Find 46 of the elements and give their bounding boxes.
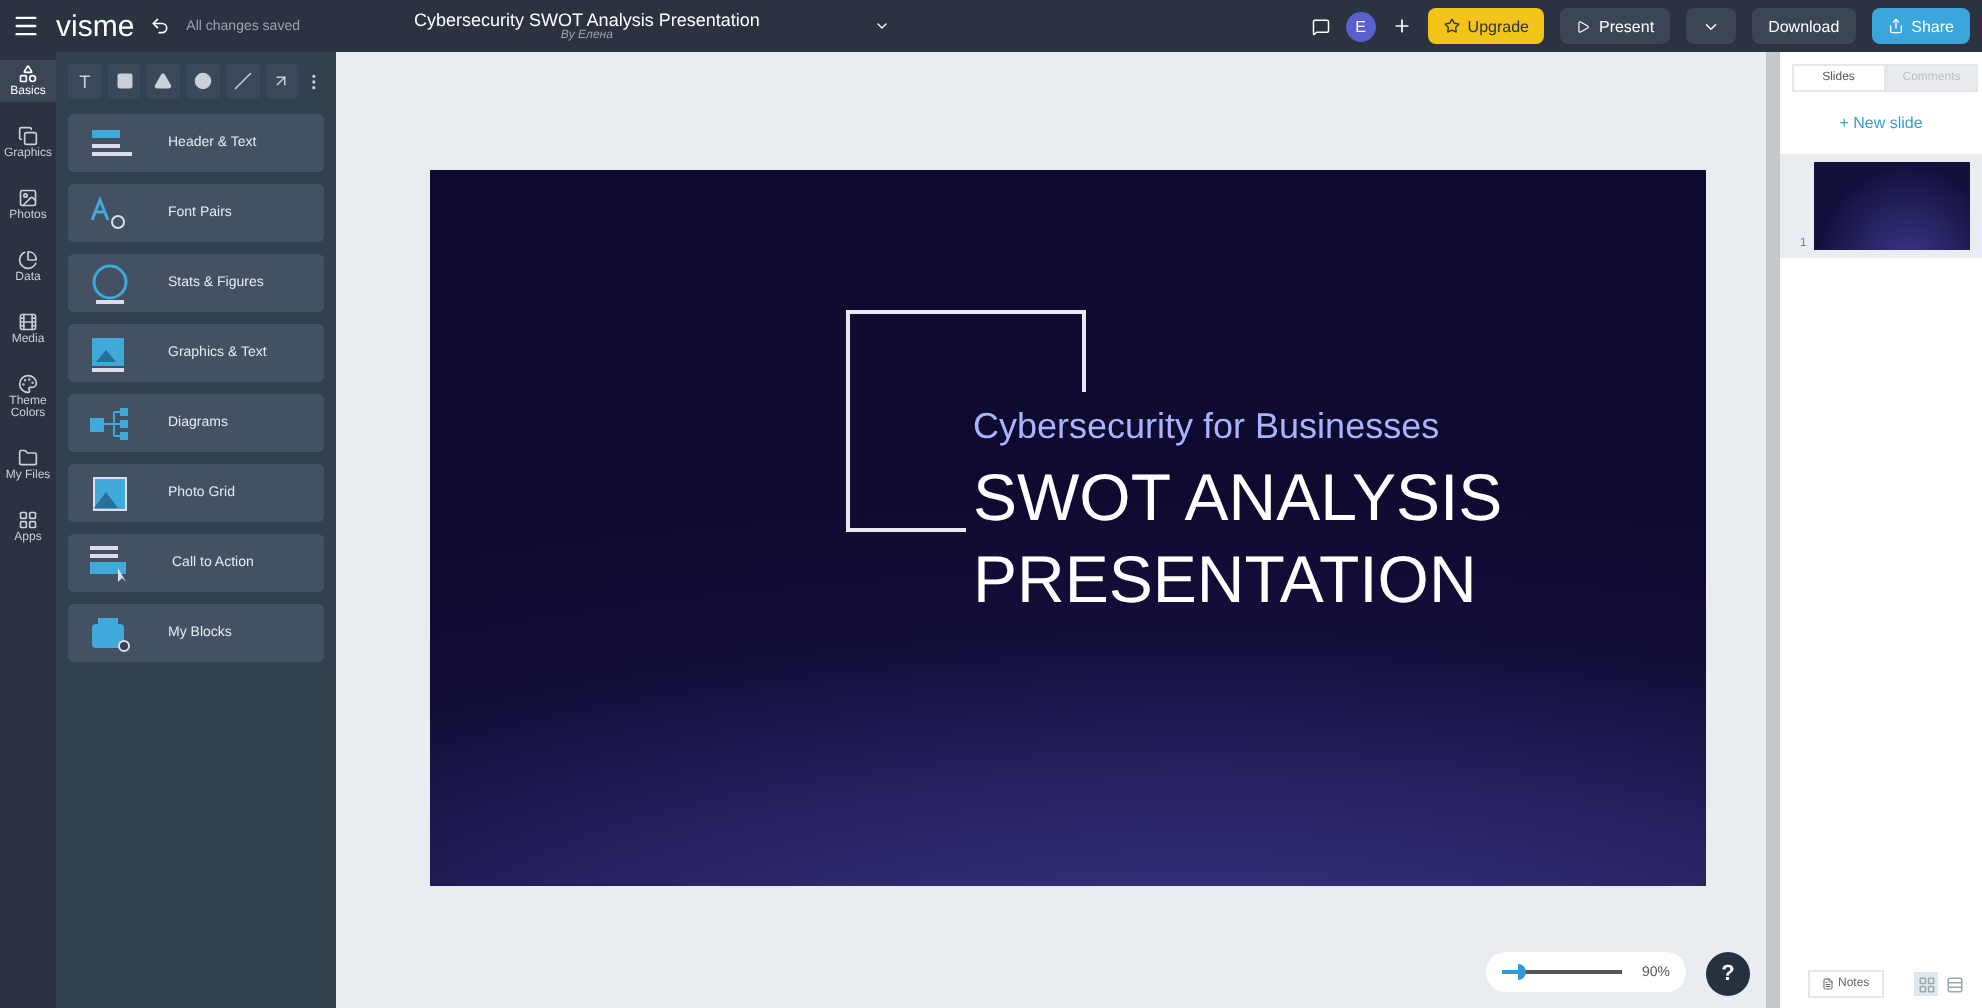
rail-icon <box>18 126 38 146</box>
arrow-icon <box>272 72 291 90</box>
presentation-title[interactable]: Cybersecurity SWOT Analysis Presentation <box>413 10 760 30</box>
grid-icon <box>1917 975 1935 993</box>
circle-icon <box>193 72 212 90</box>
help-button[interactable]: ? <box>1706 952 1750 996</box>
slide-title-line[interactable]: PRESENTATION <box>973 538 1503 621</box>
notes-icon <box>1822 978 1834 990</box>
gauge-icon <box>88 263 132 303</box>
rail-icon <box>18 374 38 394</box>
line-icon <box>233 72 252 90</box>
square-icon <box>115 72 134 90</box>
photo-grid-icon <box>88 473 132 513</box>
play-icon <box>1576 19 1591 33</box>
add-user-icon[interactable] <box>1391 16 1412 36</box>
download-button[interactable]: Download <box>1752 8 1856 44</box>
triangle-icon <box>154 72 173 90</box>
rail-icon <box>18 510 38 530</box>
present-button[interactable]: Present <box>1560 8 1671 44</box>
triangle-tool[interactable] <box>146 64 181 98</box>
undo-icon[interactable] <box>150 16 171 36</box>
slide-canvas[interactable]: Cybersecurity for Businesses SWOT ANALYSIS PRESENTATION <box>429 170 1705 886</box>
diagram-icon <box>88 405 132 441</box>
share-icon <box>1887 18 1904 34</box>
rail-icon <box>18 64 38 84</box>
slide-subtitle[interactable]: Cybersecurity for Businesses <box>973 406 1503 448</box>
rail-icon <box>18 250 38 270</box>
toolbox-icon <box>88 613 132 653</box>
slide-title-line[interactable]: SWOT ANALYSIS <box>973 456 1503 539</box>
rail-icon <box>18 312 38 332</box>
rectangle-tool[interactable] <box>107 64 141 98</box>
circle-tool[interactable] <box>186 64 220 98</box>
rows-icon <box>1945 975 1963 993</box>
upgrade-button[interactable]: Upgrade <box>1427 8 1545 44</box>
arrow-tool[interactable] <box>265 64 299 98</box>
line-tool[interactable] <box>225 64 260 98</box>
rail-icon <box>18 448 38 468</box>
comment-icon[interactable] <box>1311 17 1330 35</box>
rail-icon <box>18 188 38 208</box>
menu-icon[interactable] <box>12 12 40 40</box>
brand-logo[interactable]: visme <box>56 9 135 43</box>
header-text-icon <box>88 129 132 157</box>
star-icon <box>1443 18 1460 34</box>
text-tool[interactable]: T <box>68 64 102 98</box>
chevron-down-icon[interactable] <box>873 18 890 34</box>
user-avatar[interactable]: E <box>1345 11 1376 41</box>
